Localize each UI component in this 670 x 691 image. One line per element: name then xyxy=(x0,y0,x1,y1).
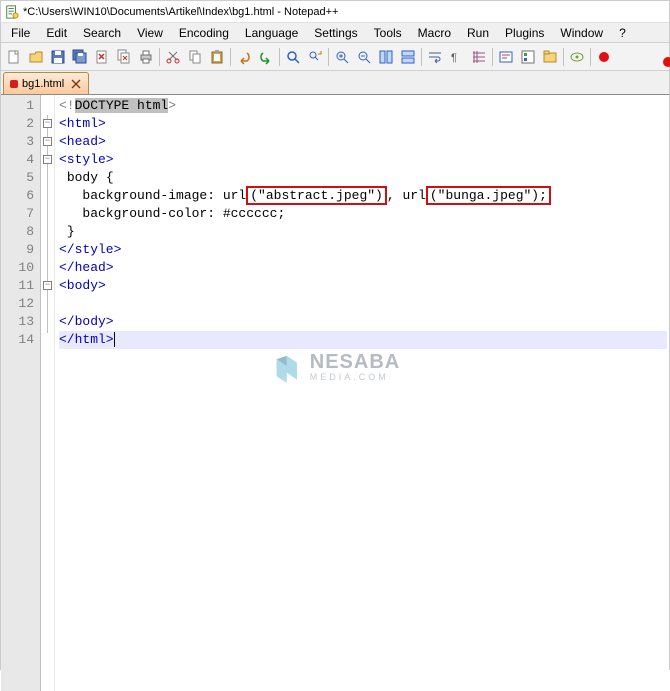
close-all-icon[interactable] xyxy=(113,46,135,68)
separator-icon xyxy=(279,48,280,66)
window-title: *C:\Users\WIN10\Documents\Artikel\Index\… xyxy=(23,6,338,18)
find-icon[interactable] xyxy=(282,46,304,68)
sync-v-icon[interactable] xyxy=(375,46,397,68)
tab-file[interactable]: bg1.html xyxy=(3,72,89,94)
separator-icon xyxy=(230,48,231,66)
line-number-gutter: 1234567891011121314 xyxy=(1,95,41,691)
menu-search[interactable]: Search xyxy=(75,24,129,42)
folder-tree-icon[interactable] xyxy=(539,46,561,68)
replace-icon[interactable] xyxy=(304,46,326,68)
fold-column[interactable] xyxy=(41,95,55,691)
zoom-out-icon[interactable] xyxy=(353,46,375,68)
cut-icon[interactable] xyxy=(162,46,184,68)
editor[interactable]: 1234567891011121314 <!DOCTYPE html><html… xyxy=(1,95,669,691)
close-file-icon[interactable] xyxy=(91,46,113,68)
lang-icon[interactable] xyxy=(495,46,517,68)
copy-icon[interactable] xyxy=(184,46,206,68)
separator-icon xyxy=(492,48,493,66)
indent-guide-icon[interactable] xyxy=(468,46,490,68)
separator-icon xyxy=(159,48,160,66)
code-area[interactable]: <!DOCTYPE html><html><head><style> body … xyxy=(55,95,669,691)
separator-icon xyxy=(563,48,564,66)
wordwrap-icon[interactable] xyxy=(424,46,446,68)
menu-encoding[interactable]: Encoding xyxy=(171,24,237,42)
showall-icon[interactable]: ¶ xyxy=(446,46,468,68)
menu-file[interactable]: File xyxy=(3,24,38,42)
menu-help[interactable]: ? xyxy=(611,24,634,42)
separator-icon xyxy=(590,48,591,66)
menu-settings[interactable]: Settings xyxy=(306,24,365,42)
sync-h-icon[interactable] xyxy=(397,46,419,68)
paste-icon[interactable] xyxy=(206,46,228,68)
zoom-in-icon[interactable] xyxy=(331,46,353,68)
record-indicator-icon xyxy=(663,57,669,67)
menu-window[interactable]: Window xyxy=(552,24,611,42)
menu-edit[interactable]: Edit xyxy=(38,24,75,42)
print-icon[interactable] xyxy=(135,46,157,68)
menu-bar: File Edit Search View Encoding Language … xyxy=(1,23,669,43)
new-file-icon[interactable] xyxy=(3,46,25,68)
title-bar: *C:\Users\WIN10\Documents\Artikel\Index\… xyxy=(1,1,669,23)
separator-icon xyxy=(328,48,329,66)
svg-text:¶: ¶ xyxy=(451,52,457,64)
menu-view[interactable]: View xyxy=(129,24,171,42)
save-icon[interactable] xyxy=(47,46,69,68)
toolbar: ¶ xyxy=(1,43,669,71)
doc-map-icon[interactable] xyxy=(566,46,588,68)
menu-tools[interactable]: Tools xyxy=(366,24,410,42)
unsaved-indicator-icon xyxy=(10,80,18,88)
function-list-icon[interactable] xyxy=(517,46,539,68)
app-icon xyxy=(5,5,19,19)
menu-plugins[interactable]: Plugins xyxy=(497,24,552,42)
menu-macro[interactable]: Macro xyxy=(410,24,459,42)
menu-run[interactable]: Run xyxy=(459,24,497,42)
tab-bar: bg1.html xyxy=(1,71,669,95)
tab-label: bg1.html xyxy=(22,78,64,90)
redo-icon[interactable] xyxy=(255,46,277,68)
menu-language[interactable]: Language xyxy=(237,24,306,42)
separator-icon xyxy=(421,48,422,66)
undo-icon[interactable] xyxy=(233,46,255,68)
tab-close-icon[interactable] xyxy=(70,78,82,90)
save-all-icon[interactable] xyxy=(69,46,91,68)
open-file-icon[interactable] xyxy=(25,46,47,68)
record-macro-icon[interactable] xyxy=(593,46,615,68)
